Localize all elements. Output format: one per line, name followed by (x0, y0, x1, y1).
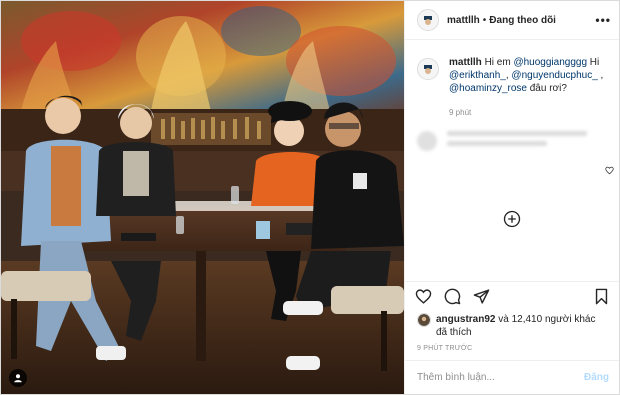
likes-text: angustran92 và 12,410 người khác đã thíc… (436, 313, 595, 339)
caption-text-part: đâu rơi? (526, 83, 567, 94)
caption-username[interactable]: mattllh (449, 57, 482, 68)
avatar[interactable] (417, 9, 439, 31)
post-side-panel: mattllh • Đang theo dõi ••• mattllh Hi e… (404, 1, 619, 394)
likes-summary: angustran92 và 12,410 người khác đã thíc… (405, 311, 619, 339)
following-status-button[interactable]: Đang theo dõi (489, 15, 556, 26)
instagram-post-window: mattllh • Đang theo dõi ••• mattllh Hi e… (0, 0, 620, 395)
add-comment-bar: Đăng (405, 360, 619, 394)
avatar[interactable] (417, 58, 439, 80)
heart-icon[interactable] (415, 288, 432, 305)
separator-dot: • (482, 14, 487, 26)
comment-input[interactable] (417, 372, 584, 383)
plus-circle-icon[interactable] (503, 210, 521, 233)
mention-link[interactable]: @nguyenducphuc_ (511, 70, 597, 81)
caption-text: mattllh Hi em @huoggiangggg Hi @erikthan… (449, 56, 607, 95)
likes-count[interactable]: và 12,410 người khác (495, 314, 595, 325)
caption-text-part: , (597, 70, 604, 81)
avatar[interactable] (417, 313, 431, 327)
post-header: mattllh • Đang theo dõi ••• (405, 1, 619, 40)
liker-username[interactable]: angustran92 (436, 314, 495, 325)
post-photo[interactable] (1, 1, 404, 394)
mention-link[interactable]: @erikthanh_ (449, 70, 506, 81)
post-username[interactable]: mattllh (447, 15, 480, 26)
caption-time: 9 phút (449, 108, 472, 117)
mention-link[interactable]: @hoaminzy_rose (449, 83, 527, 94)
more-options-icon[interactable]: ••• (595, 13, 611, 27)
restaurant-group-photo (1, 1, 404, 394)
caption-text-part: Hi em (484, 57, 514, 68)
caption: mattllh Hi em @huoggiangggg Hi @erikthan… (417, 56, 607, 95)
comments-section: mattllh Hi em @huoggiangggg Hi @erikthan… (405, 40, 619, 281)
user-tag-icon[interactable] (9, 369, 27, 387)
post-timestamp[interactable]: 9 PHÚT TRƯỚC (405, 339, 619, 360)
share-icon[interactable] (473, 288, 490, 305)
heart-icon[interactable] (605, 162, 614, 180)
blurred-avatar (417, 131, 437, 151)
post-actions-bar (405, 281, 619, 311)
caption-text-part: Hi (587, 57, 600, 68)
blurred-comment (417, 131, 607, 151)
mention-link[interactable]: @huoggiangggg (513, 57, 587, 68)
bookmark-icon[interactable] (594, 288, 609, 305)
post-comment-button[interactable]: Đăng (584, 372, 609, 383)
comment-icon[interactable] (444, 288, 461, 305)
blurred-comment-text (447, 131, 587, 151)
likes-suffix: đã thích (436, 327, 472, 338)
